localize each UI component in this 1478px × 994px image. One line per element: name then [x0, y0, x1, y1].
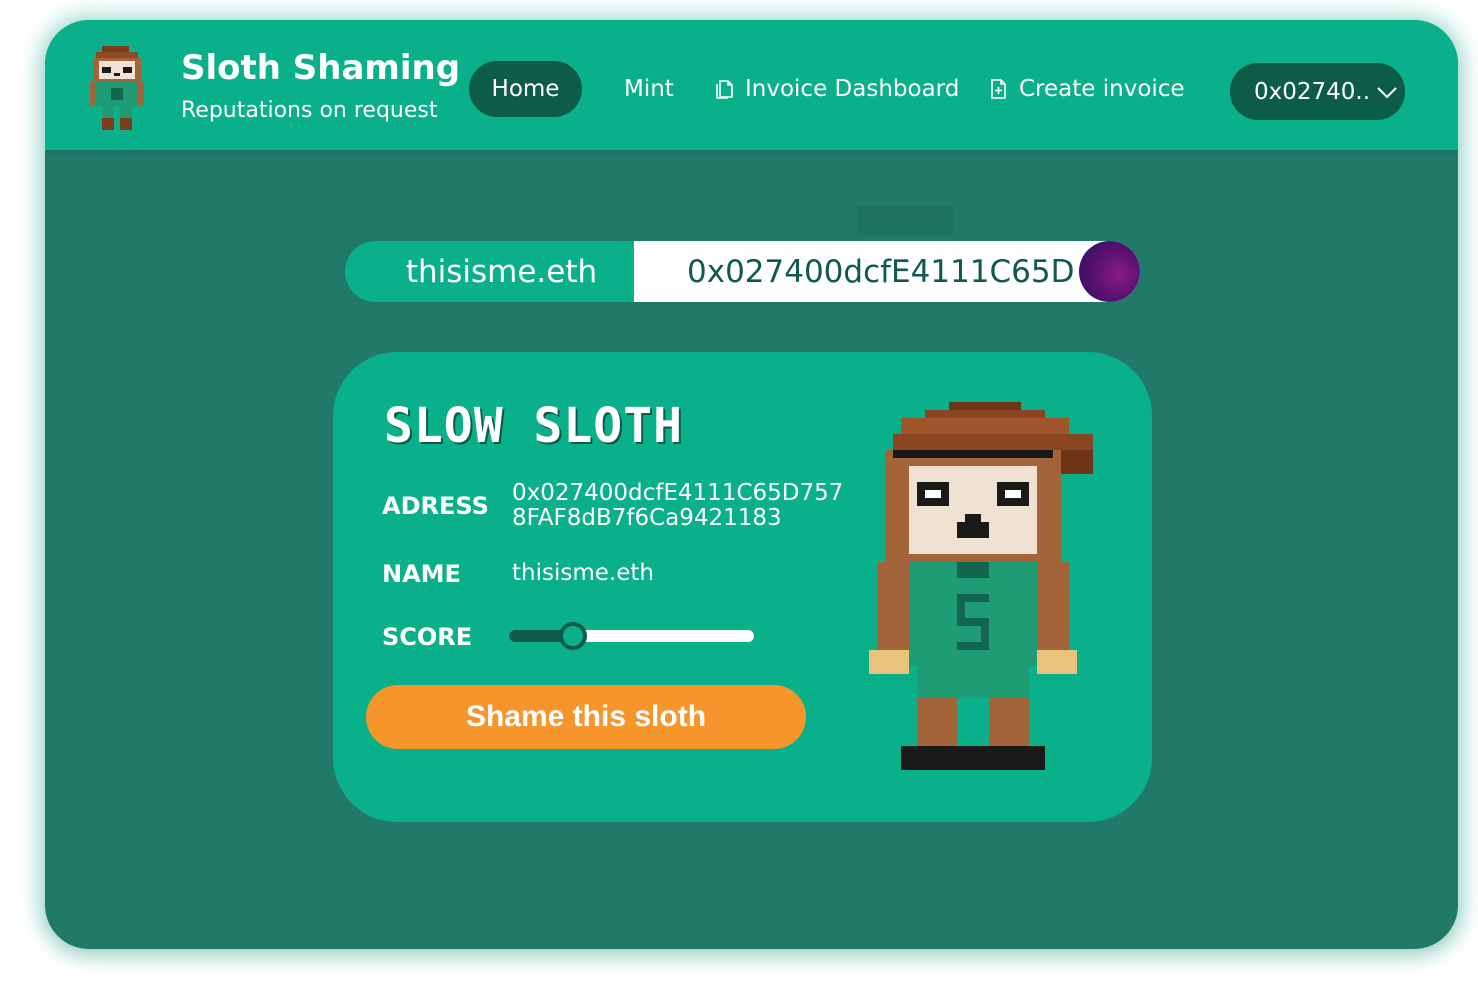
score-label: SCORE: [382, 623, 473, 651]
sloth-logo[interactable]: [87, 42, 147, 134]
nav-invoice-dashboard-label: Invoice Dashboard: [745, 76, 960, 102]
shame-sloth-button[interactable]: Shame this sloth: [366, 685, 806, 749]
nav-mint-label: Mint: [624, 76, 674, 102]
documents-icon: [716, 80, 733, 99]
nav-home-label: Home: [491, 76, 560, 102]
card-title: SLOW SLOTH: [384, 398, 683, 454]
ens-name: thisisme.eth: [405, 253, 598, 290]
brand-title: Sloth Shaming: [181, 48, 461, 88]
ens-lookup-bar[interactable]: thisisme.eth 0x027400dcfE4111C65D: [345, 241, 1140, 302]
wallet-account-dropdown[interactable]: 0x02740..: [1230, 63, 1405, 120]
address-value: 0x027400dcfE4111C65D7578FAF8dB7f6Ca94211…: [512, 480, 844, 531]
wallet-address-label: 0x02740..: [1254, 78, 1371, 105]
app-window: Sloth Shaming Reputations on request Hom…: [45, 20, 1458, 949]
sloth-avatar-image: [869, 402, 1093, 770]
brand-subtitle: Reputations on request: [181, 98, 438, 123]
sloth-profile-card: SLOW SLOTH ADRESS 0x027400dcfE4111C65D75…: [333, 352, 1152, 822]
address-label: ADRESS: [382, 492, 489, 520]
nav-create-invoice-link[interactable]: Create invoice: [987, 76, 1185, 102]
name-label: NAME: [382, 560, 461, 588]
score-slider[interactable]: [509, 622, 754, 650]
score-slider-thumb[interactable]: [558, 622, 587, 650]
top-nav-bar: Sloth Shaming Reputations on request Hom…: [45, 20, 1458, 150]
decorative-bar: [857, 206, 953, 236]
new-document-icon: [991, 79, 1006, 99]
nav-home-button[interactable]: Home: [469, 61, 582, 117]
ens-address: 0x027400dcfE4111C65D: [634, 241, 1140, 302]
nav-create-invoice-label: Create invoice: [1019, 76, 1185, 102]
account-avatar[interactable]: [1079, 241, 1140, 302]
nav-invoice-dashboard-link[interactable]: Invoice Dashboard: [713, 76, 959, 102]
chevron-down-icon: [1377, 86, 1397, 98]
nav-mint-link[interactable]: Mint: [624, 76, 674, 102]
name-value: thisisme.eth: [512, 560, 654, 586]
